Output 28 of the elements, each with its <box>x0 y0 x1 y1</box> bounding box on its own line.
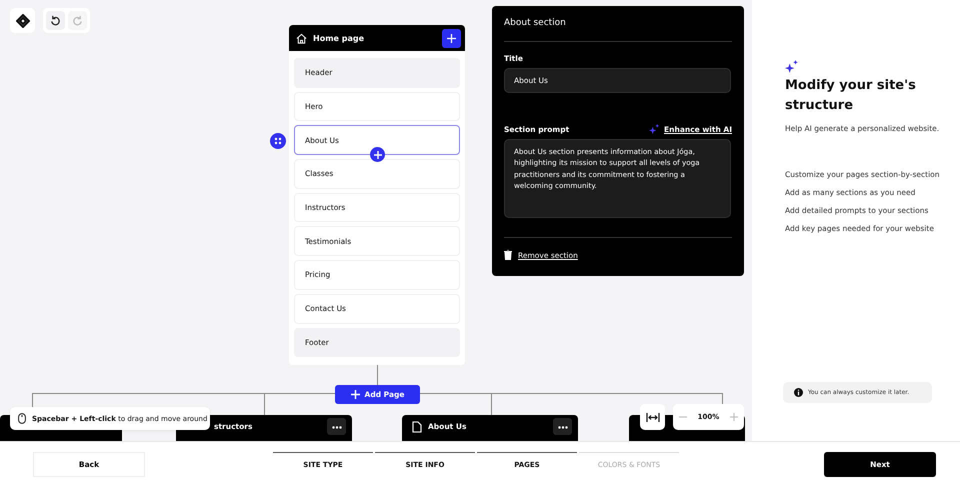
panel-title: About section <box>504 18 567 30</box>
fit-button[interactable] <box>640 404 665 430</box>
plus-icon <box>730 413 738 421</box>
drag-handle-button[interactable] <box>270 133 286 149</box>
more-button[interactable] <box>553 418 572 435</box>
more-button[interactable] <box>327 418 346 435</box>
sparkle-icon <box>785 60 799 74</box>
plus-icon <box>350 390 360 399</box>
info-icon <box>794 388 803 397</box>
trash-icon <box>504 250 512 260</box>
plus-icon <box>447 34 456 42</box>
page-title: Home page <box>313 34 366 42</box>
drag-handle-icon <box>274 137 282 145</box>
document-icon <box>412 421 422 433</box>
side-heading: Modify your site's structure <box>785 77 917 115</box>
undo-button[interactable] <box>46 11 65 30</box>
add-section-button[interactable] <box>442 28 461 48</box>
sparkle-icon <box>649 124 660 135</box>
more-icon <box>558 426 568 428</box>
undo-icon <box>50 15 61 26</box>
logo-button[interactable] <box>10 8 35 33</box>
logo-icon <box>16 14 30 28</box>
home-icon <box>296 32 307 44</box>
fit-width-icon <box>646 412 660 422</box>
mouse-icon <box>18 413 26 424</box>
more-icon <box>332 426 342 428</box>
redo-icon <box>72 15 83 26</box>
plus-icon <box>374 150 382 158</box>
